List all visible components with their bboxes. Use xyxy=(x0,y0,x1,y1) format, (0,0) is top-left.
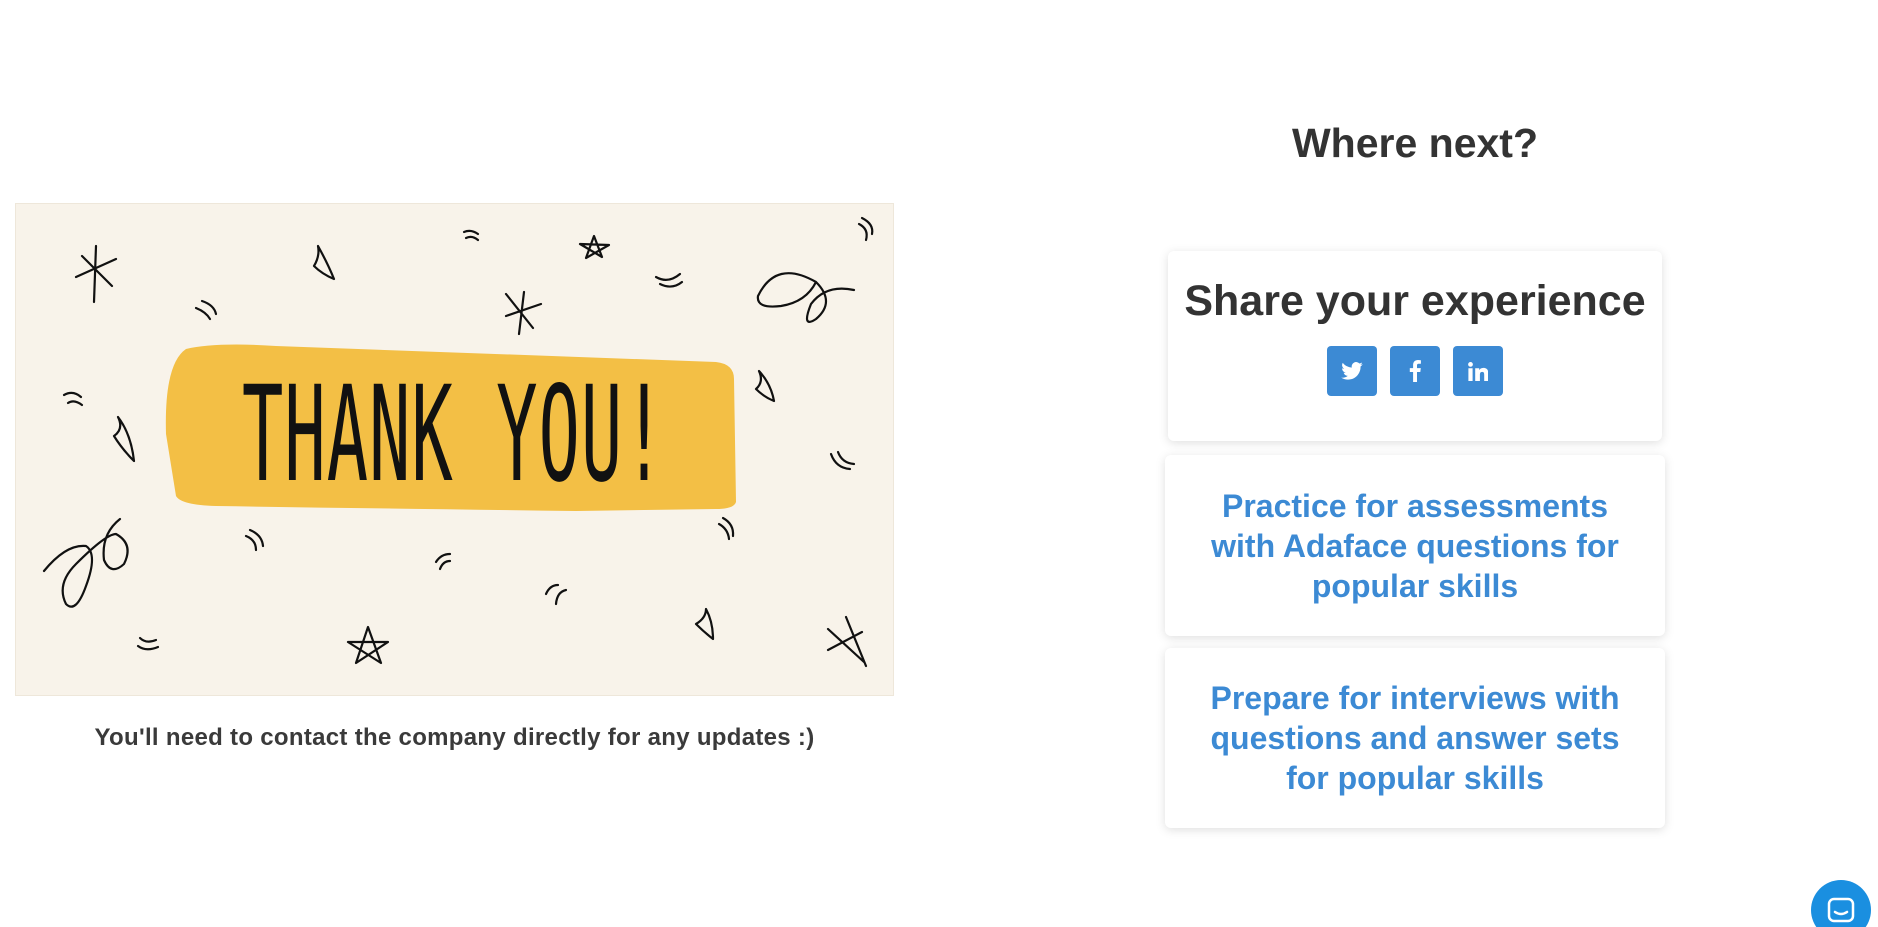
share-experience-title: Share your experience xyxy=(1184,277,1646,325)
facebook-share-button[interactable] xyxy=(1390,346,1440,396)
where-next-title: Where next? xyxy=(1291,120,1539,166)
linkedin-icon xyxy=(1468,361,1488,381)
contact-company-note: You'll need to contact the company direc… xyxy=(94,724,815,751)
page: THANK YOU! You'll need to contact the co… xyxy=(0,0,1878,927)
linkedin-share-button[interactable] xyxy=(1453,346,1503,396)
twitter-icon xyxy=(1341,362,1363,380)
chat-icon xyxy=(1827,897,1855,923)
prepare-interviews-link-card[interactable]: Prepare for interviews with questions an… xyxy=(1165,648,1665,828)
facebook-icon xyxy=(1409,360,1421,382)
twitter-share-button[interactable] xyxy=(1327,346,1377,396)
practice-assessments-link[interactable]: Practice for assessments with Adaface qu… xyxy=(1195,486,1635,606)
thank-you-banner-text: THANK YOU! xyxy=(242,358,666,512)
prepare-interviews-link[interactable]: Prepare for interviews with questions an… xyxy=(1195,678,1635,798)
social-share-buttons xyxy=(1168,346,1662,396)
share-experience-card: Share your experience xyxy=(1168,251,1662,441)
practice-assessments-link-card[interactable]: Practice for assessments with Adaface qu… xyxy=(1165,455,1665,636)
thank-you-illustration: THANK YOU! xyxy=(15,203,894,696)
chat-launcher-button[interactable] xyxy=(1811,880,1871,927)
